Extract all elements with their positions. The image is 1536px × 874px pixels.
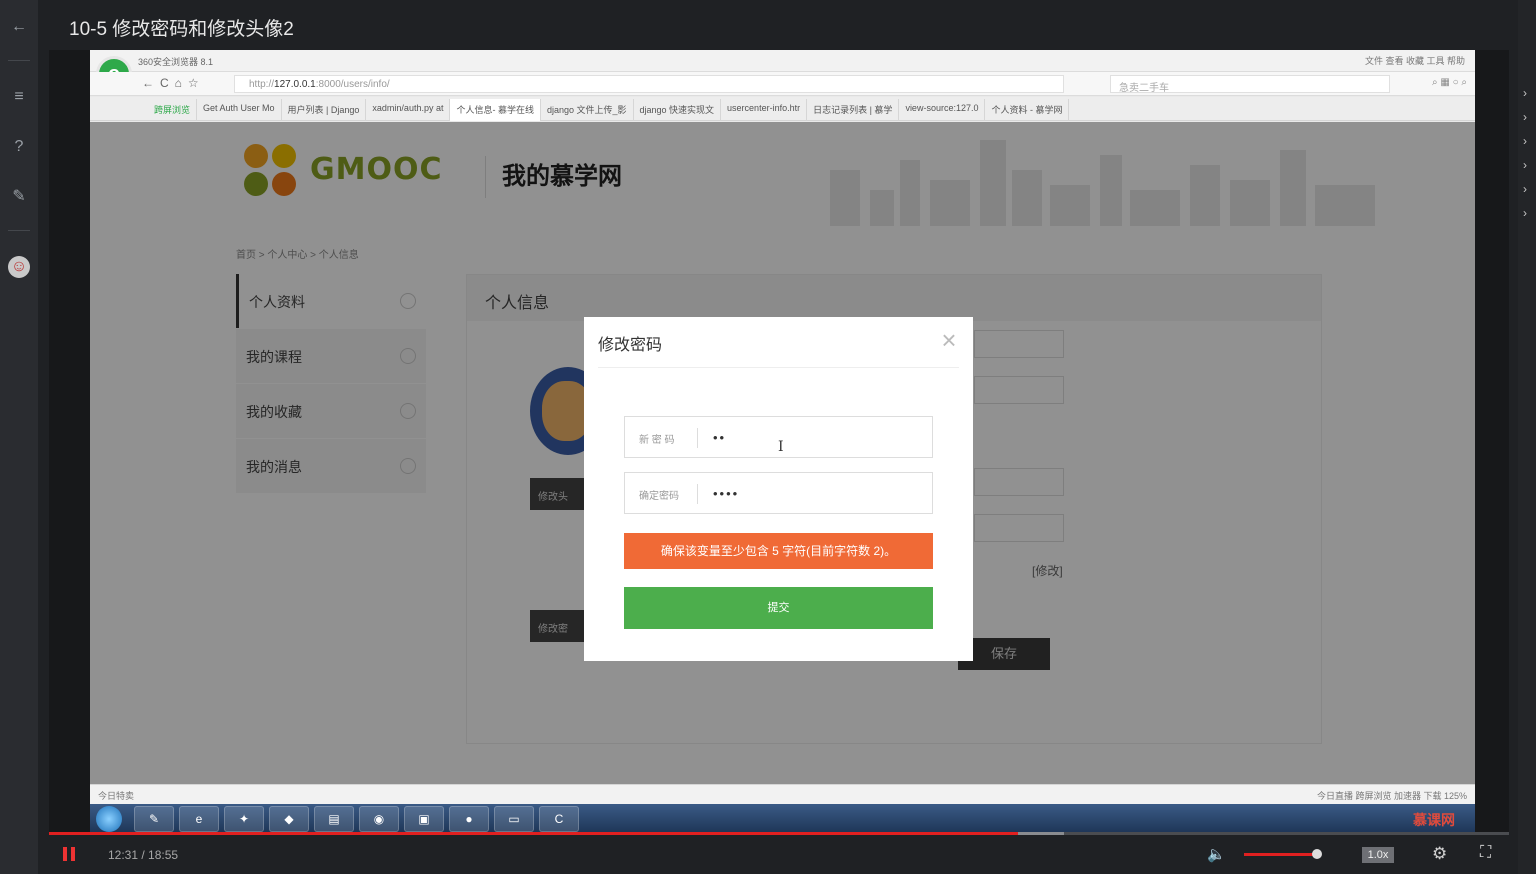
pencil-icon[interactable]: ✎ xyxy=(8,186,30,208)
search-placeholder: 急卖二手车 xyxy=(1119,83,1169,94)
status-right[interactable]: 今日直播 跨屏浏览 加速器 下载 125% xyxy=(1317,789,1467,802)
tab[interactable]: 日志记录列表 | 慕学 xyxy=(807,99,900,121)
submit-button[interactable]: 提交 xyxy=(624,587,933,629)
volume-icon[interactable]: 🔈 xyxy=(1207,845,1226,863)
confirm-password-label: 确定密码 xyxy=(639,491,679,502)
recorded-screen: 360安全浏览器 8.1 文件 查看 收藏 工具 帮助 e ←C⌂☆ http:… xyxy=(90,50,1475,834)
terminal-icon[interactable]: ▭ xyxy=(494,806,534,832)
player-left-rail: ← ≡ ? ✎ ☺ xyxy=(0,0,38,874)
watermark: 慕课网 xyxy=(1413,812,1455,828)
text-cursor-icon: I xyxy=(778,439,784,455)
right-collapsed-panel: › › › › › › xyxy=(1518,0,1536,874)
windows-taskbar: ✎ e ✦ ◆ ▤ ◉ ▣ ● ▭ C 慕课网 xyxy=(90,804,1475,834)
change-password-modal: 修改密码 × 新 密 码 •• I 确定密码 •••• 确保该变量至少包含 5 … xyxy=(584,317,973,661)
chevron-right-icon[interactable]: › xyxy=(1523,134,1527,148)
chevron-right-icon[interactable]: › xyxy=(1523,182,1527,196)
tab[interactable]: usercenter-info.htr xyxy=(721,99,808,121)
speed-button[interactable]: 1.0x xyxy=(1362,847,1394,863)
new-password-label: 新 密 码 xyxy=(639,435,675,446)
field-divider xyxy=(697,428,698,448)
rail-divider xyxy=(8,230,30,231)
browser-addressbar: ←C⌂☆ http://127.0.0.1:8000/users/info/ 急… xyxy=(90,72,1475,96)
confirm-password-value: •••• xyxy=(713,486,740,501)
tab[interactable]: 跨屏浏览 xyxy=(148,99,198,121)
modal-divider xyxy=(598,367,959,368)
menu-icon[interactable]: ≡ xyxy=(8,86,30,108)
folder-icon[interactable]: ▣ xyxy=(404,806,444,832)
tab[interactable]: 用户列表 | Django xyxy=(282,99,367,121)
browser-360-icon[interactable]: e xyxy=(179,806,219,832)
tab[interactable]: Get Auth User Mo xyxy=(197,99,282,121)
back-arrow-icon[interactable]: ← xyxy=(8,16,30,38)
tab[interactable]: 个人资料 - 慕学网 xyxy=(985,99,1070,121)
app-icon[interactable]: ✦ xyxy=(224,806,264,832)
fullscreen-icon[interactable]: ⛶ xyxy=(1480,844,1491,862)
modal-title: 修改密码 xyxy=(598,337,663,354)
url-host: 127.0.0.1 xyxy=(274,79,316,90)
app-icon[interactable]: ▤ xyxy=(314,806,354,832)
player-header: 10-5 修改密码和修改头像2 xyxy=(38,0,1518,50)
chevron-right-icon[interactable]: › xyxy=(1523,158,1527,172)
url-rest: :8000/users/info/ xyxy=(315,79,390,90)
chevron-right-icon[interactable]: › xyxy=(1523,206,1527,220)
tab[interactable]: view-source:127.0 xyxy=(899,99,986,121)
rail-divider xyxy=(8,60,30,61)
url-field[interactable]: http://127.0.0.1:8000/users/info/ xyxy=(234,75,1064,93)
confirm-password-field[interactable]: 确定密码 •••• xyxy=(624,472,933,514)
tab[interactable]: django 文件上传_影 xyxy=(541,99,634,121)
volume-knob[interactable] xyxy=(1312,849,1322,859)
player-controls: 12:31 / 18:55 🔈 1.0x ⚙ ⛶ xyxy=(49,835,1509,874)
user-avatar-icon[interactable]: ☺ xyxy=(8,256,30,278)
browser-search-field[interactable]: 急卖二手车 xyxy=(1110,75,1390,94)
status-left[interactable]: 今日特卖 xyxy=(98,789,134,802)
tab[interactable]: xadmin/auth.py at xyxy=(366,99,451,121)
new-password-value: •• xyxy=(713,430,727,445)
gear-icon[interactable]: ⚙ xyxy=(1432,844,1447,864)
field-divider xyxy=(697,484,698,504)
app-icon[interactable]: ● xyxy=(449,806,489,832)
video-title: 10-5 修改密码和修改头像2 xyxy=(69,19,294,40)
browser-name: 360安全浏览器 8.1 xyxy=(138,57,214,67)
chevron-right-icon[interactable]: › xyxy=(1523,86,1527,100)
app-icon[interactable]: ◆ xyxy=(269,806,309,832)
browser-tabs: 跨屏浏览 Get Auth User Mo 用户列表 | Django xadm… xyxy=(90,97,1475,121)
browser-tools-icon[interactable]: ⌕ ▦ ○ ⌕ xyxy=(1432,77,1467,88)
question-icon[interactable]: ? xyxy=(8,136,30,158)
browser-statusbar: 今日特卖 今日直播 跨屏浏览 加速器 下载 125% xyxy=(90,784,1475,804)
error-message: 确保该变量至少包含 5 字符(目前字符数 2)。 xyxy=(624,533,933,569)
tab-active[interactable]: 个人信息- 慕学在线 xyxy=(450,99,541,121)
app-icon[interactable]: ✎ xyxy=(134,806,174,832)
time-display: 12:31 / 18:55 xyxy=(108,848,179,862)
nav-buttons-icon[interactable]: ←C⌂☆ xyxy=(142,76,205,90)
start-button-icon[interactable] xyxy=(96,806,122,832)
volume-slider[interactable] xyxy=(1244,853,1316,856)
chevron-right-icon[interactable]: › xyxy=(1523,110,1527,124)
pause-icon[interactable] xyxy=(63,847,77,861)
close-icon[interactable]: × xyxy=(937,327,961,353)
chrome-icon[interactable]: ◉ xyxy=(359,806,399,832)
browser-titlebar: 360安全浏览器 8.1 文件 查看 收藏 工具 帮助 xyxy=(90,50,1475,72)
url-prefix: http:// xyxy=(249,79,275,90)
tab[interactable]: django 快速实现文 xyxy=(634,99,722,121)
pycharm-icon[interactable]: C xyxy=(539,806,579,832)
browser-menu[interactable]: 文件 查看 收藏 工具 帮助 xyxy=(1365,54,1465,67)
